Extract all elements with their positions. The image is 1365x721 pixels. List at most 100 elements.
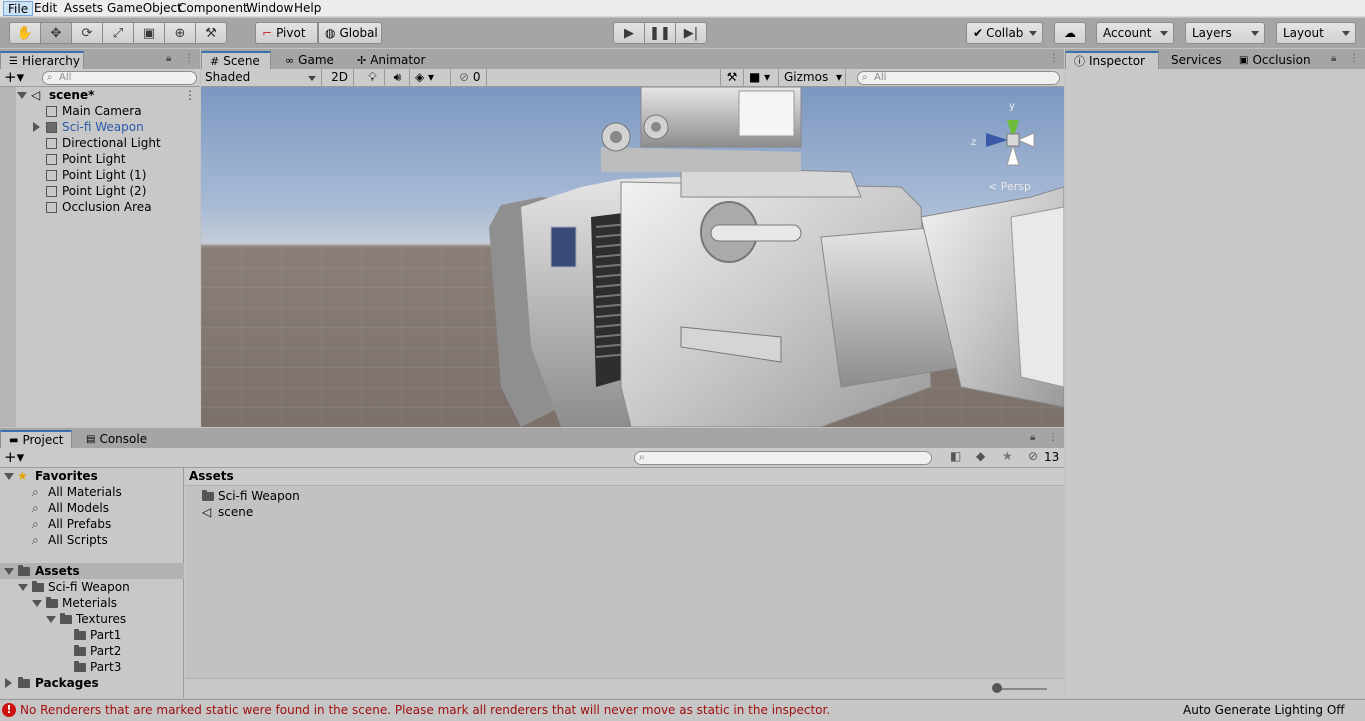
- folder-tree-item[interactable]: Meterials: [0, 595, 184, 611]
- pivot-toggle[interactable]: ⌐ Pivot: [255, 22, 318, 44]
- tab-inspector[interactable]: ⓘ Inspector: [1065, 51, 1159, 69]
- tab-scene[interactable]: # Scene: [201, 51, 271, 69]
- expand-arrow-icon[interactable]: [5, 678, 12, 688]
- camera-dropdown-icon[interactable]: ■ ▾: [745, 69, 779, 87]
- hand-tool-icon[interactable]: ✋: [9, 22, 41, 44]
- icon-size-slider-track[interactable]: [995, 688, 1047, 690]
- project-search-input[interactable]: ⌕: [634, 451, 932, 465]
- layout-dropdown[interactable]: Layout: [1276, 22, 1356, 44]
- folder-tree-item[interactable]: Part2: [0, 643, 184, 659]
- toggle-2d-button[interactable]: 2D: [326, 69, 354, 87]
- folder-tree-item[interactable]: Part1: [0, 627, 184, 643]
- hierarchy-item[interactable]: Point Light: [0, 151, 200, 167]
- menu-assets[interactable]: Assets: [60, 1, 107, 16]
- hierarchy-item[interactable]: Point Light (2): [0, 183, 200, 199]
- favorite-item[interactable]: ⌕ All Materials: [0, 484, 184, 500]
- kebab-menu-icon[interactable]: ⋮: [1349, 53, 1359, 64]
- hierarchy-item[interactable]: Occlusion Area: [0, 199, 200, 215]
- rotate-tool-icon[interactable]: ⟳: [71, 22, 103, 44]
- transform-tool-icon[interactable]: ⊕: [164, 22, 196, 44]
- lock-icon[interactable]: 🔒︎: [1331, 53, 1336, 64]
- lock-icon[interactable]: 🔒︎: [1030, 432, 1035, 443]
- menu-edit[interactable]: Edit: [30, 1, 61, 16]
- scene-viewport[interactable]: y z < Persp: [201, 87, 1064, 427]
- expand-arrow-icon[interactable]: [4, 473, 14, 480]
- perspective-label[interactable]: < Persp: [988, 180, 1031, 193]
- menu-file[interactable]: File: [3, 1, 34, 16]
- create-plus-icon[interactable]: +▾: [4, 68, 24, 86]
- asset-item[interactable]: ◁ scene: [185, 504, 1064, 520]
- hidden-objects-toggle[interactable]: ⊘ 0: [455, 69, 487, 87]
- global-toggle[interactable]: ◍ Global: [318, 22, 382, 44]
- tab-hierarchy[interactable]: ☰ Hierarchy: [0, 51, 84, 69]
- create-plus-icon[interactable]: +▾: [4, 448, 24, 466]
- pause-icon[interactable]: ❚❚: [644, 22, 676, 44]
- tab-game[interactable]: ∞ Game: [277, 51, 342, 69]
- expand-arrow-icon[interactable]: [4, 568, 14, 575]
- hierarchy-item[interactable]: Main Camera: [0, 103, 200, 119]
- account-dropdown[interactable]: Account: [1096, 22, 1174, 44]
- breadcrumb[interactable]: Assets: [189, 469, 234, 483]
- move-tool-icon[interactable]: ✥: [40, 22, 72, 44]
- expand-arrow-icon[interactable]: [32, 600, 42, 607]
- hierarchy-item[interactable]: Sci-fi Weapon: [0, 119, 200, 135]
- layers-dropdown[interactable]: Layers: [1185, 22, 1265, 44]
- scene-root-row[interactable]: ◁ scene* ⋮: [0, 87, 200, 103]
- tab-animator[interactable]: ✢ Animator: [349, 51, 433, 69]
- star-icon[interactable]: ★: [1002, 449, 1013, 463]
- expand-arrow-icon[interactable]: [18, 584, 28, 591]
- folder-tree-item[interactable]: Sci-fi Weapon: [0, 579, 184, 595]
- gameobject-cube-icon: [46, 106, 57, 117]
- shading-mode-dropdown[interactable]: Shaded: [201, 69, 322, 87]
- expand-arrow-icon[interactable]: [17, 92, 27, 99]
- expand-arrow-icon[interactable]: [46, 616, 56, 623]
- favorite-item[interactable]: ⌕ All Scripts: [0, 532, 184, 548]
- custom-tool-icon[interactable]: ⚒: [195, 22, 227, 44]
- folder-tree-item[interactable]: Part3: [0, 659, 184, 675]
- favorite-item[interactable]: ⌕ All Prefabs: [0, 516, 184, 532]
- step-icon[interactable]: ▶|: [675, 22, 707, 44]
- lighting-toggle-icon[interactable]: 💡︎: [361, 69, 385, 87]
- tab-occlusion[interactable]: ▣ Occlusion: [1231, 51, 1319, 69]
- favorite-item[interactable]: ⌕ All Models: [0, 500, 184, 516]
- audio-toggle-icon[interactable]: 🔊︎: [386, 69, 410, 87]
- tools-icon[interactable]: ⚒: [720, 69, 744, 87]
- lock-icon[interactable]: 🔒︎: [166, 53, 171, 64]
- cloud-button[interactable]: ☁: [1054, 22, 1086, 44]
- tab-console[interactable]: ▤ Console: [78, 430, 155, 448]
- icon-size-slider-thumb[interactable]: [992, 683, 1002, 693]
- kebab-menu-icon[interactable]: ⋮: [1049, 53, 1059, 64]
- error-icon[interactable]: !: [2, 703, 16, 717]
- view-gizmo[interactable]: y z: [966, 95, 1056, 185]
- kebab-menu-icon[interactable]: ⋮: [1048, 432, 1058, 443]
- search-by-type-icon[interactable]: ◧: [950, 449, 961, 463]
- folder-tree-item[interactable]: Textures: [0, 611, 184, 627]
- scene-search-input[interactable]: ⌕ All: [857, 71, 1060, 85]
- status-message[interactable]: No Renderers that are marked static were…: [20, 703, 830, 717]
- rect-tool-icon[interactable]: ▣: [133, 22, 165, 44]
- tab-project[interactable]: ▬ Project: [0, 430, 72, 448]
- play-icon[interactable]: ▶: [613, 22, 645, 44]
- hierarchy-search-input[interactable]: ⌕ All: [42, 71, 197, 85]
- favorite-item-label: All Scripts: [48, 533, 108, 547]
- menu-help[interactable]: Help: [290, 1, 325, 16]
- scale-tool-icon[interactable]: ⤢: [102, 22, 134, 44]
- collab-dropdown[interactable]: ✔ Collab: [966, 22, 1043, 44]
- hierarchy-item[interactable]: Point Light (1): [0, 167, 200, 183]
- tab-services[interactable]: Services: [1163, 51, 1230, 69]
- eye-slash-icon[interactable]: ⊘: [1028, 449, 1038, 463]
- sci-fi-weapon-model[interactable]: [201, 87, 1064, 427]
- asset-item[interactable]: Sci-fi Weapon: [185, 488, 1064, 504]
- label-tag-icon[interactable]: ◆: [976, 449, 985, 463]
- packages-row[interactable]: Packages: [0, 675, 184, 691]
- scene-menu-icon[interactable]: ⋮: [184, 87, 196, 103]
- kebab-menu-icon[interactable]: ⋮: [184, 53, 194, 64]
- favorites-row[interactable]: ★ Favorites: [0, 468, 184, 484]
- menu-component[interactable]: Component: [174, 1, 252, 16]
- expand-arrow-icon[interactable]: [33, 122, 40, 132]
- lighting-status[interactable]: Auto Generate Lighting Off: [1183, 703, 1345, 717]
- assets-root-row[interactable]: Assets: [0, 563, 184, 579]
- effects-dropdown-icon[interactable]: ◈ ▾: [411, 69, 451, 87]
- hierarchy-item[interactable]: Directional Light: [0, 135, 200, 151]
- gizmos-dropdown[interactable]: Gizmos ▾: [780, 69, 846, 87]
